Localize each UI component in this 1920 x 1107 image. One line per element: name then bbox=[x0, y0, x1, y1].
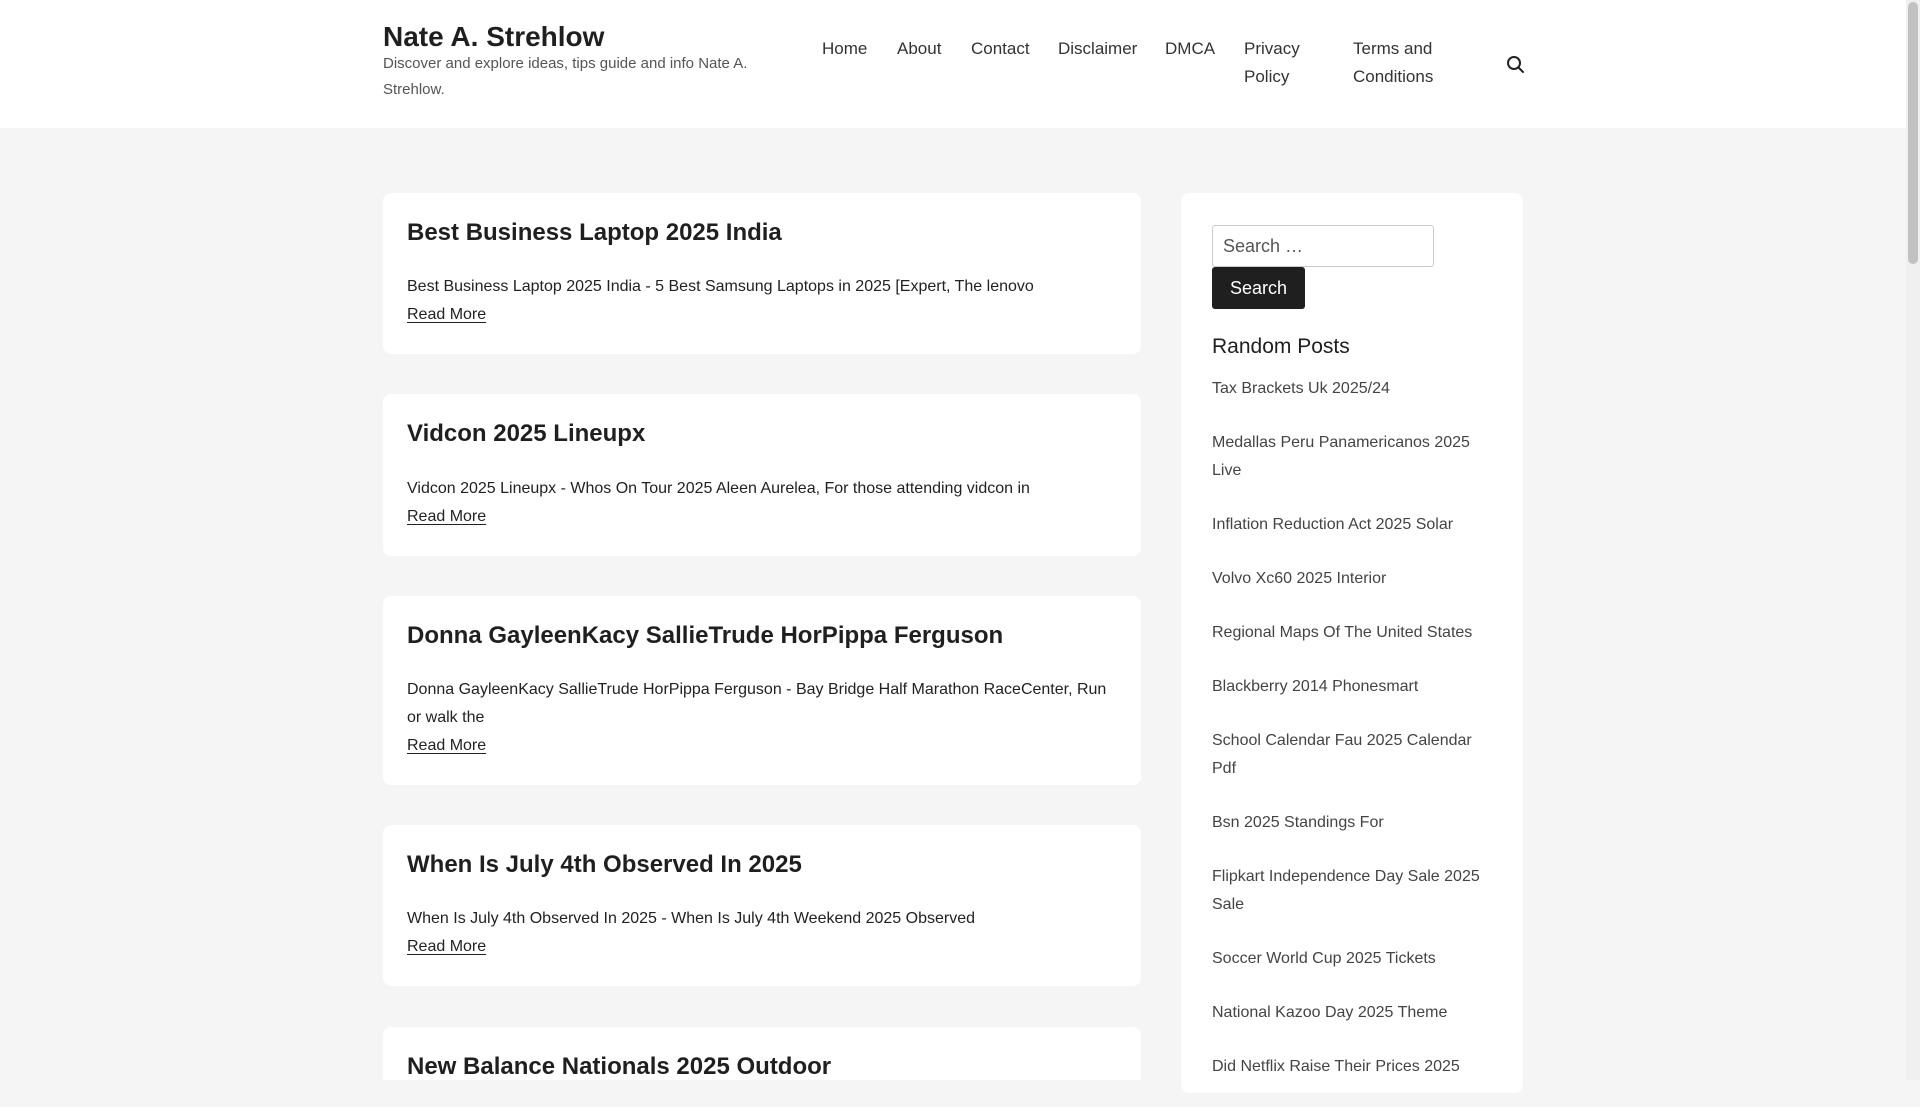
post-card: Donna GayleenKacy SallieTrude HorPippa F… bbox=[383, 596, 1141, 785]
list-item: Bsn 2025 Standings For bbox=[1212, 809, 1492, 837]
post-title[interactable]: When Is July 4th Observed In 2025 bbox=[407, 849, 802, 881]
list-item: Tax Brackets Uk 2025/24 bbox=[1212, 375, 1492, 403]
vertical-scrollbar[interactable] bbox=[1906, 0, 1920, 1080]
post-excerpt: Vidcon 2025 Lineupx - Whos On Tour 2025 … bbox=[407, 480, 1030, 497]
random-post-link[interactable]: School Calendar Fau 2025 Calendar Pdf bbox=[1212, 732, 1472, 777]
read-more-link[interactable]: Read More bbox=[407, 301, 486, 329]
list-item: Inflation Reduction Act 2025 Solar bbox=[1212, 511, 1492, 539]
list-item: National Kazoo Day 2025 Theme bbox=[1212, 999, 1492, 1027]
nav-terms-and-conditions[interactable]: Terms and Conditions bbox=[1353, 35, 1453, 91]
nav-home[interactable]: Home bbox=[822, 35, 867, 63]
random-post-link[interactable]: Regional Maps Of The United States bbox=[1212, 624, 1472, 641]
site-description: Discover and explore ideas, tips guide a… bbox=[383, 55, 748, 98]
random-post-link[interactable]: Flipkart Independence Day Sale 2025 Sale bbox=[1212, 868, 1480, 913]
list-item: Did Netflix Raise Their Prices 2025 bbox=[1212, 1053, 1492, 1081]
random-posts-title: Random Posts bbox=[1212, 335, 1350, 358]
read-more-link[interactable]: Read More bbox=[407, 503, 486, 531]
read-more-link[interactable]: Read More bbox=[407, 933, 486, 961]
site-header: Nate A. Strehlow Discover and explore id… bbox=[0, 0, 1906, 128]
post-excerpt: Donna GayleenKacy SallieTrude HorPippa F… bbox=[407, 681, 1107, 726]
nav-about[interactable]: About bbox=[897, 35, 941, 63]
random-posts-list: Tax Brackets Uk 2025/24 Medallas Peru Pa… bbox=[1212, 375, 1492, 1107]
sidebar: Search Random Posts Tax Brackets Uk 2025… bbox=[1181, 193, 1523, 1093]
post-card: Best Business Laptop 2025 India Best Bus… bbox=[383, 193, 1141, 354]
post-title[interactable]: Vidcon 2025 Lineupx bbox=[407, 418, 645, 450]
random-post-link[interactable]: Blackberry 2014 Phonesmart bbox=[1212, 678, 1418, 695]
nav-contact[interactable]: Contact bbox=[971, 35, 1030, 63]
list-item: Volvo Xc60 2025 Interior bbox=[1212, 565, 1492, 593]
nav-dmca[interactable]: DMCA bbox=[1165, 35, 1215, 63]
post-card: Vidcon 2025 Lineupx Vidcon 2025 Lineupx … bbox=[383, 394, 1141, 556]
post-title[interactable]: Donna GayleenKacy SallieTrude HorPippa F… bbox=[407, 620, 1003, 652]
scrollbar-thumb[interactable] bbox=[1908, 2, 1918, 264]
post-card: When Is July 4th Observed In 2025 When I… bbox=[383, 825, 1141, 986]
post-excerpt: Best Business Laptop 2025 India - 5 Best… bbox=[407, 278, 1034, 295]
search-icon[interactable] bbox=[1503, 52, 1527, 76]
random-post-link[interactable]: Did Netflix Raise Their Prices 2025 bbox=[1212, 1058, 1460, 1075]
nav-privacy-policy[interactable]: Privacy Policy bbox=[1244, 35, 1324, 91]
nav-disclaimer[interactable]: Disclaimer bbox=[1058, 35, 1137, 63]
list-item: School Calendar Fau 2025 Calendar Pdf bbox=[1212, 727, 1492, 783]
post-card: New Balance Nationals 2025 Outdoor bbox=[383, 1027, 1141, 1080]
random-post-link[interactable]: Soccer World Cup 2025 Tickets bbox=[1212, 950, 1436, 967]
post-title[interactable]: Best Business Laptop 2025 India bbox=[407, 217, 782, 249]
list-item: Medallas Peru Panamericanos 2025 Live bbox=[1212, 429, 1492, 485]
random-post-link[interactable]: Bsn 2025 Standings For bbox=[1212, 814, 1384, 831]
list-item: Regional Maps Of The United States bbox=[1212, 619, 1492, 647]
post-excerpt: When Is July 4th Observed In 2025 - When… bbox=[407, 910, 976, 927]
random-post-link[interactable]: Volvo Xc60 2025 Interior bbox=[1212, 570, 1386, 587]
random-post-link[interactable]: Inflation Reduction Act 2025 Solar bbox=[1212, 516, 1453, 533]
read-more-link[interactable]: Read More bbox=[407, 732, 486, 760]
list-item: Flipkart Independence Day Sale 2025 Sale bbox=[1212, 863, 1492, 919]
random-post-link[interactable]: National Kazoo Day 2025 Theme bbox=[1212, 1004, 1447, 1021]
search-button[interactable]: Search bbox=[1212, 267, 1305, 309]
post-title[interactable]: New Balance Nationals 2025 Outdoor bbox=[407, 1051, 831, 1083]
site-title[interactable]: Nate A. Strehlow bbox=[383, 20, 604, 54]
list-item: Soccer World Cup 2025 Tickets bbox=[1212, 945, 1492, 973]
random-post-link[interactable]: Tax Brackets Uk 2025/24 bbox=[1212, 380, 1390, 397]
search-input[interactable] bbox=[1212, 225, 1434, 267]
random-post-link[interactable]: Medallas Peru Panamericanos 2025 Live bbox=[1212, 434, 1470, 479]
list-item: Blackberry 2014 Phonesmart bbox=[1212, 673, 1492, 701]
